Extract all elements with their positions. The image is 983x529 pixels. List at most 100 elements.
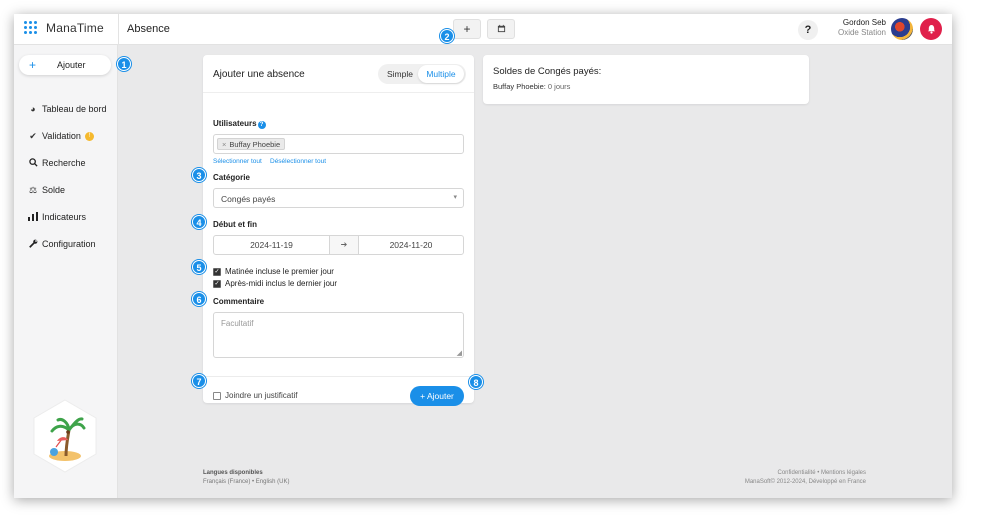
step-marker: 4: [192, 215, 206, 229]
scale-icon: ⚖: [28, 184, 38, 195]
sidebar-item-indicators[interactable]: Indicateurs: [28, 210, 86, 224]
sidebar-item-configuration[interactable]: Configuration: [28, 237, 96, 251]
submit-button[interactable]: + Ajouter: [410, 386, 464, 406]
status-badge: !: [84, 131, 94, 141]
step-marker: 1: [117, 57, 131, 71]
deselect-all-link[interactable]: Désélectionner tout: [270, 158, 326, 165]
users-label: Utilisateurs?: [213, 119, 266, 129]
afternoon-checkbox-row[interactable]: ✓ Après-midi inclus le dernier jour: [213, 279, 337, 288]
copyright: ManaSoft© 2012-2024, Développé en France: [744, 479, 866, 485]
sidebar-item-label: Solde: [42, 185, 66, 195]
sidebar-item-search[interactable]: Recherche: [28, 156, 86, 170]
calendar-button[interactable]: [487, 19, 515, 39]
user-name: Gordon Seb: [842, 18, 886, 27]
sidebar-item-validation[interactable]: ✔ Validation !: [28, 129, 94, 143]
end-date-input[interactable]: 2024-11-20: [359, 236, 463, 254]
calendar-icon: [497, 24, 505, 33]
bell-icon: [927, 24, 935, 34]
sidebar: + Ajouter ◕ Tableau de bord ✔ Validation…: [14, 45, 118, 498]
attach-checkbox-row[interactable]: Joindre un justificatif: [213, 391, 297, 400]
attach-checkbox[interactable]: [213, 391, 221, 400]
divider: [203, 376, 474, 377]
plus-icon: +: [29, 58, 37, 72]
attach-label: Joindre un justificatif: [225, 391, 298, 400]
balance-value: 0 jours: [547, 82, 571, 91]
arrow-right-icon: ➔: [329, 236, 359, 254]
sidebar-item-label: Tableau de bord: [42, 104, 107, 114]
mode-toggle: Simple Multiple: [378, 64, 466, 84]
category-select[interactable]: Congés payés ▾: [213, 188, 464, 208]
resize-handle[interactable]: ◢: [457, 349, 462, 357]
category-label: Catégorie: [213, 173, 250, 182]
afternoon-label: Après-midi inclus le dernier jour: [225, 279, 338, 288]
step-marker: 3: [192, 168, 206, 182]
sidebar-item-label: Configuration: [42, 239, 96, 249]
comment-placeholder: Facultatif: [221, 319, 254, 328]
languages-title: Langues disponibles: [203, 470, 263, 476]
avatar[interactable]: [891, 18, 913, 40]
step-marker: 8: [469, 375, 483, 389]
add-button[interactable]: +: [453, 19, 481, 39]
sidebar-item-balance[interactable]: ⚖ Solde: [28, 183, 65, 197]
sidebar-add-label: Ajouter: [57, 60, 86, 70]
submit-label: Ajouter: [426, 391, 454, 401]
balance-title: Soldes de Congés payés:: [493, 66, 602, 77]
check-icon: ✔: [29, 130, 37, 141]
search-icon: [28, 157, 38, 169]
form-header: Ajouter une absence Simple Multiple: [203, 55, 474, 93]
brand-name: ManaTime: [46, 21, 104, 35]
beach-illustration: [32, 398, 98, 474]
user-chip-label: Buffay Phoebie: [229, 140, 281, 149]
form-title: Ajouter une absence: [213, 69, 305, 80]
step-marker: 7: [192, 374, 206, 388]
languages-list[interactable]: Français (France) • English (UK): [203, 478, 289, 487]
notification-button[interactable]: [920, 18, 942, 40]
bar-chart-icon: [28, 211, 38, 223]
afternoon-checkbox[interactable]: ✓: [213, 279, 221, 288]
morning-checkbox-row[interactable]: ✓ Matinée incluse le premier jour: [213, 267, 334, 276]
users-input[interactable]: × Buffay Phoebie: [213, 134, 464, 154]
plus-icon: +: [420, 391, 427, 401]
step-marker: 5: [192, 260, 206, 274]
sidebar-item-label: Recherche: [42, 158, 86, 168]
divider: [118, 14, 119, 45]
remove-chip-icon[interactable]: ×: [222, 140, 226, 149]
date-range: 2024-11-19 ➔ 2024-11-20: [213, 235, 464, 255]
users-label-text: Utilisateurs: [213, 119, 257, 128]
user-info[interactable]: Gordon Seb Oxide Station: [824, 18, 886, 38]
add-absence-form: Ajouter une absence Simple Multiple Util…: [203, 55, 474, 406]
brand[interactable]: ManaTime: [24, 21, 104, 35]
mode-simple-tab[interactable]: Simple: [387, 69, 413, 79]
sidebar-item-label: Validation: [42, 131, 81, 141]
info-icon[interactable]: ?: [257, 121, 266, 129]
plus-icon: +: [463, 22, 471, 36]
apps-grid-icon: [24, 21, 38, 35]
help-button[interactable]: ?: [798, 20, 818, 40]
balance-card: Soldes de Congés payés: Buffay Phoebie: …: [483, 55, 809, 104]
dates-label: Début et fin: [213, 220, 257, 229]
sidebar-item-dashboard[interactable]: ◕ Tableau de bord: [28, 102, 107, 116]
morning-label: Matinée incluse le premier jour: [225, 267, 334, 276]
select-all-link[interactable]: Sélectionner tout: [213, 158, 262, 165]
balance-line: Buffay Phoebie: 0 jours: [493, 82, 570, 91]
top-bar: ManaTime Absence + ? Gordon Seb Oxide St…: [14, 14, 952, 45]
comment-field[interactable]: Facultatif ◢: [213, 312, 464, 358]
pie-chart-icon: ◕: [30, 104, 36, 114]
sidebar-add-button[interactable]: + Ajouter: [19, 55, 111, 75]
start-date-input[interactable]: 2024-11-19: [214, 236, 329, 254]
sidebar-item-label: Indicateurs: [42, 212, 87, 222]
languages-footer: Langues disponibles Français (France) • …: [203, 469, 289, 487]
legal-links[interactable]: Confidentialité • Mentions légales: [714, 469, 867, 478]
wrench-icon: [28, 239, 38, 250]
chevron-down-icon: ▾: [453, 194, 457, 201]
legal-footer: Confidentialité • Mentions légales ManaS…: [714, 469, 866, 487]
mode-multiple-tab[interactable]: Multiple: [418, 65, 464, 83]
morning-checkbox[interactable]: ✓: [213, 267, 221, 276]
category-value: Congés payés: [221, 194, 276, 204]
step-marker: 6: [192, 292, 206, 306]
page-title: Absence: [127, 23, 170, 35]
step-marker: 2: [440, 29, 454, 43]
app-window: ManaTime Absence + ? Gordon Seb Oxide St…: [14, 14, 952, 498]
comment-label: Commentaire: [213, 297, 265, 306]
user-chip: × Buffay Phoebie: [217, 138, 286, 150]
